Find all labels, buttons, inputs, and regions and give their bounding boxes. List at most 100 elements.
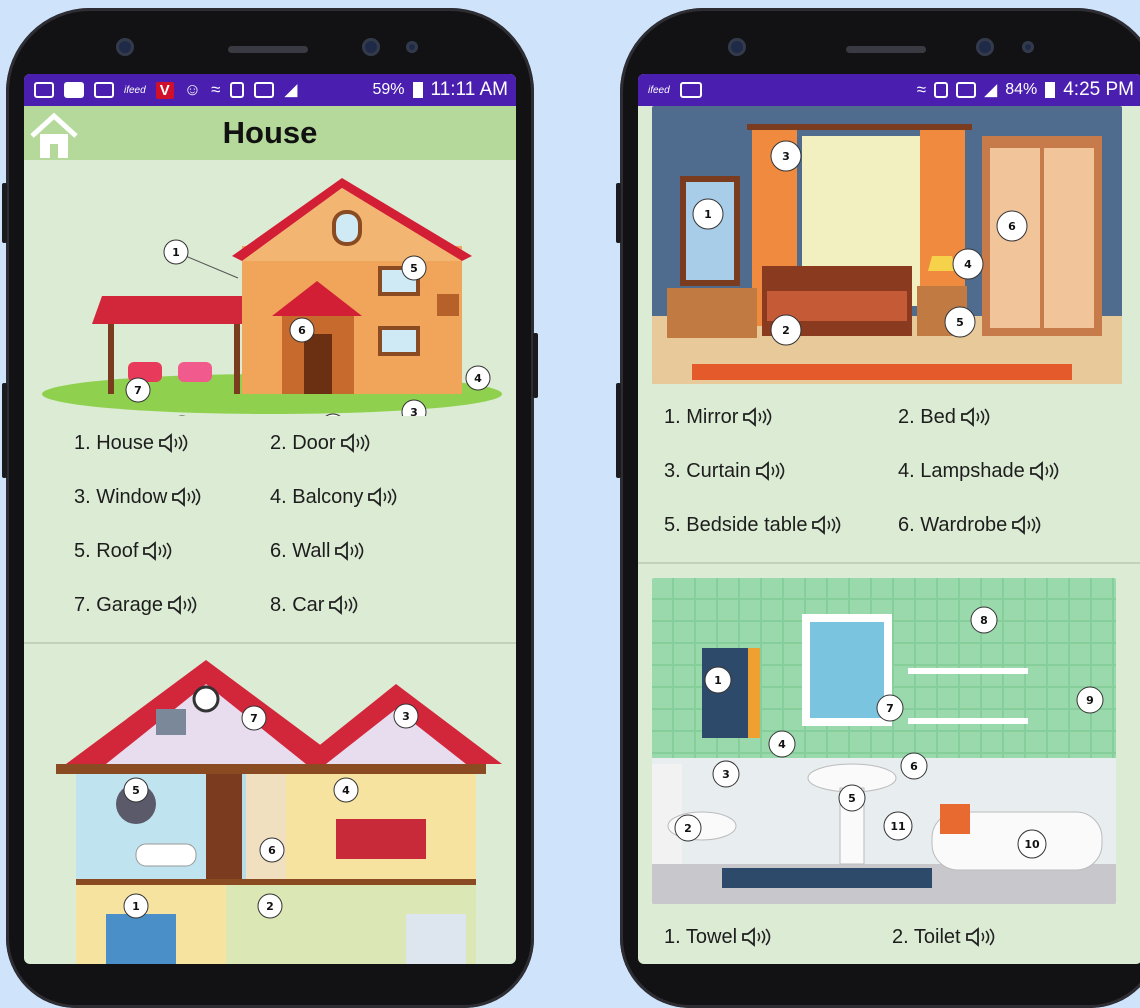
vocab-item[interactable]: 1. House xyxy=(74,432,188,455)
speaker-icon[interactable] xyxy=(742,407,772,427)
marker-5: 5 xyxy=(944,306,976,338)
app-badge-icon: V xyxy=(155,81,174,99)
bedroom-illustration: 1 2 3 4 5 6 xyxy=(652,106,1122,384)
sensor-icon xyxy=(976,38,994,56)
svg-text:6: 6 xyxy=(910,760,918,773)
speaker-icon[interactable] xyxy=(167,595,197,615)
speaker-icon[interactable] xyxy=(158,433,188,453)
vocab-label: 4. Balcony xyxy=(270,485,364,508)
svg-text:3: 3 xyxy=(782,150,790,163)
front-camera-icon xyxy=(116,38,134,56)
vocab-item[interactable]: 3. Curtain xyxy=(664,460,785,483)
vocab-item[interactable]: 1. Towel xyxy=(664,926,771,949)
sensor-icon xyxy=(362,38,380,56)
marker-2: 2 xyxy=(674,814,702,842)
bedroom-vocab-list: 1. Mirror 2. Bed 3. Curtain 4. Lampshade… xyxy=(638,390,1140,552)
marker-2: 2 xyxy=(257,893,283,919)
marker-1: 1 xyxy=(163,239,189,265)
signal-icon xyxy=(956,82,977,98)
vocab-item[interactable]: 3. Window xyxy=(74,486,201,509)
vocab-item[interactable]: 8. Car xyxy=(270,594,358,617)
home-icon[interactable] xyxy=(28,110,80,158)
speaker-icon[interactable] xyxy=(367,487,397,507)
vocab-item[interactable]: 1. Mirror xyxy=(664,406,772,429)
vocab-label: 8. Car xyxy=(270,593,325,616)
speaker-icon[interactable] xyxy=(328,595,358,615)
speaker-icon[interactable] xyxy=(755,461,785,481)
vocab-label: 2. Bed xyxy=(898,405,956,428)
svg-text:5: 5 xyxy=(848,792,856,805)
speaker-icon[interactable] xyxy=(811,515,841,535)
svg-text:3: 3 xyxy=(410,406,418,416)
vocab-item[interactable]: 2. Toilet xyxy=(892,926,995,949)
earpiece xyxy=(846,46,926,53)
marker-10: 10 xyxy=(1017,829,1047,859)
speaker-icon[interactable] xyxy=(171,487,201,507)
message-icon xyxy=(34,82,54,98)
svg-text:4: 4 xyxy=(964,258,972,271)
vocab-label: 6. Wardrobe xyxy=(898,513,1008,536)
svg-text:3: 3 xyxy=(402,710,410,723)
svg-text:6: 6 xyxy=(1008,220,1016,233)
battery-icon xyxy=(412,82,423,98)
marker-2: 2 xyxy=(770,314,802,346)
vocab-label: 1. House xyxy=(74,431,155,454)
sim-icon xyxy=(934,82,949,98)
speaker-icon[interactable] xyxy=(965,927,995,947)
speaker-icon[interactable] xyxy=(334,541,364,561)
speaker-icon[interactable] xyxy=(142,541,172,561)
speaker-icon[interactable] xyxy=(1011,515,1041,535)
marker-6: 6 xyxy=(289,317,315,343)
marker-3: 3 xyxy=(770,140,802,172)
signal-bars-icon: ◢ xyxy=(984,80,998,99)
youtube-icon xyxy=(64,82,84,98)
marker-7: 7 xyxy=(241,705,267,731)
volume-button xyxy=(616,183,621,243)
vocab-item[interactable]: 6. Wardrobe xyxy=(898,514,1041,537)
vocab-label: 4. Lampshade xyxy=(898,459,1025,482)
svg-text:4: 4 xyxy=(342,784,350,797)
marker-6: 6 xyxy=(259,837,285,863)
marker-9: 9 xyxy=(1076,686,1104,714)
svg-text:5: 5 xyxy=(956,316,964,329)
side-button xyxy=(2,383,7,478)
marker-1: 1 xyxy=(123,893,149,919)
vocab-item[interactable]: 5. Bedside table xyxy=(664,514,841,537)
svg-text:4: 4 xyxy=(474,372,482,385)
vocab-label: 6. Wall xyxy=(270,539,331,562)
speaker-icon[interactable] xyxy=(741,927,771,947)
svg-text:2: 2 xyxy=(266,900,274,913)
svg-text:1: 1 xyxy=(172,246,180,259)
speaker-icon[interactable] xyxy=(1029,461,1059,481)
svg-text:7: 7 xyxy=(134,384,142,397)
vocab-item[interactable]: 7. Garage xyxy=(74,594,197,617)
marker-1: 1 xyxy=(692,198,724,230)
marker-5: 5 xyxy=(123,777,149,803)
svg-text:2: 2 xyxy=(684,822,692,835)
vocab-item[interactable]: 4. Balcony xyxy=(270,486,397,509)
earpiece xyxy=(228,46,308,53)
speaker-icon[interactable] xyxy=(340,433,370,453)
marker-4: 4 xyxy=(333,777,359,803)
svg-text:9: 9 xyxy=(1086,694,1094,707)
svg-text:4: 4 xyxy=(778,738,786,751)
voicemail-icon xyxy=(679,82,702,98)
vocab-item[interactable]: 5. Roof xyxy=(74,540,172,563)
ifeed-icon: ifeed xyxy=(648,84,670,96)
marker-7: 7 xyxy=(876,694,904,722)
signal-icon xyxy=(254,82,275,98)
speaker-icon[interactable] xyxy=(960,407,990,427)
vocab-item[interactable]: 6. Wall xyxy=(270,540,364,563)
vocab-label: 2. Door xyxy=(270,431,336,454)
svg-text:1: 1 xyxy=(132,900,140,913)
battery-icon xyxy=(1045,82,1056,98)
right-phone: ifeed ≈ ◢ 84% 4:25 PM 1 2 3 4 5 6 1. Mir… xyxy=(616,8,1140,1008)
marker-4: 4 xyxy=(952,248,984,280)
svg-text:5: 5 xyxy=(132,784,140,797)
vocab-item[interactable]: 2. Door xyxy=(270,432,370,455)
marker-5: 5 xyxy=(401,255,427,281)
house-vocab-list: 1. House 2. Door 3. Window 4. Balcony 5.… xyxy=(24,416,516,632)
vocab-item[interactable]: 2. Bed xyxy=(898,406,990,429)
status-bar: ifeed ≈ ◢ 84% 4:25 PM xyxy=(638,74,1140,106)
vocab-item[interactable]: 4. Lampshade xyxy=(898,460,1059,483)
